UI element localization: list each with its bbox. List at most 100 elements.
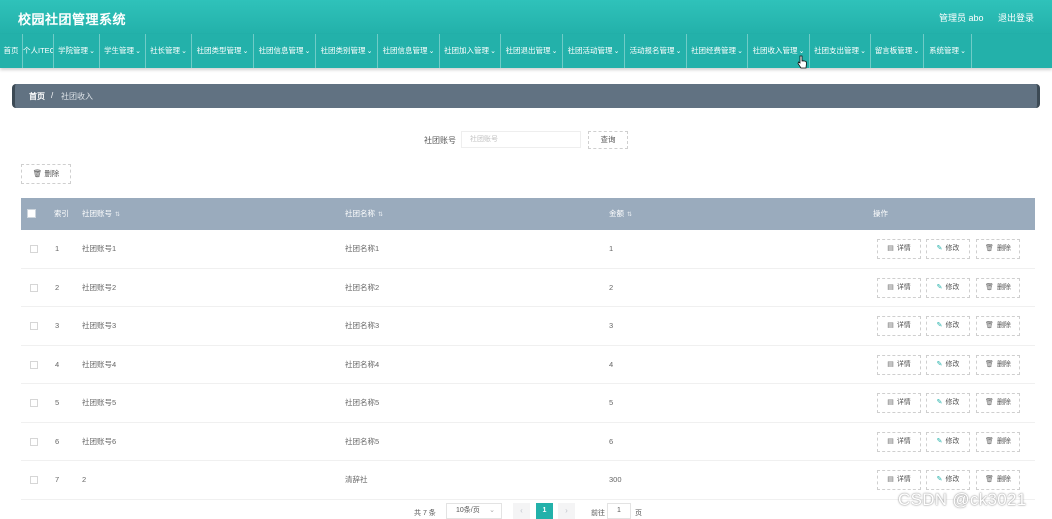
- search-input[interactable]: [461, 131, 581, 148]
- detail-icon: ▤: [887, 360, 894, 368]
- chevron-down-icon: ⌄: [242, 48, 249, 55]
- edit-button[interactable]: ✎ 修改: [926, 393, 970, 413]
- chevron-down-icon: ⌄: [860, 48, 866, 55]
- delete-button[interactable]: 🗑 删除: [976, 316, 1020, 336]
- edit-button[interactable]: ✎ 修改: [926, 277, 970, 298]
- prev-page-button[interactable]: ‹: [513, 503, 530, 519]
- nav-item-7[interactable]: 社团类别管理⌄: [316, 34, 378, 68]
- sort-icon[interactable]: ⇅: [627, 212, 632, 218]
- row-name: 清辞社: [345, 475, 368, 484]
- table-row: 3 社团账号3 社团名称3 3 ▤ 详情 ✎ 修改 🗑 删除: [21, 307, 1035, 346]
- nav-item-12[interactable]: 活动报名管理⌄: [625, 34, 687, 68]
- page-size-select[interactable]: 10条/页 ⌄: [446, 503, 502, 519]
- detail-button[interactable]: ▤ 详情: [877, 316, 921, 336]
- nav-item-13[interactable]: 社团经费管理⌄: [687, 34, 748, 68]
- trash-icon: 🗑: [985, 283, 994, 291]
- chevron-down-icon: ⌄: [737, 48, 743, 55]
- nav-item-label: 社团加入管理: [444, 46, 490, 55]
- nav-item-5[interactable]: 社团类型管理⌄: [192, 34, 254, 68]
- chevron-down-icon: ⌄: [366, 48, 373, 55]
- row-checkbox[interactable]: [30, 245, 38, 253]
- row-amount: 2: [609, 282, 614, 292]
- page-number-current[interactable]: 1: [536, 503, 553, 519]
- nav-item-4[interactable]: 社长管理⌄: [146, 34, 192, 68]
- row-amount: 5: [609, 398, 614, 407]
- col-amount-header[interactable]: 金额 ⇅: [609, 198, 632, 230]
- detail-button[interactable]: ▤ 详情: [877, 239, 921, 259]
- delete-button[interactable]: 🗑 删除: [976, 470, 1020, 490]
- next-page-button[interactable]: ›: [558, 503, 575, 519]
- row-checkbox[interactable]: [30, 399, 38, 407]
- edit-button[interactable]: ✎ 修改: [926, 431, 970, 452]
- breadcrumb-home[interactable]: 首页: [29, 91, 45, 102]
- delete-button[interactable]: 🗑 删除: [976, 393, 1020, 413]
- goto-page-input[interactable]: 1: [607, 503, 631, 519]
- delete-button[interactable]: 🗑 删除: [976, 277, 1020, 298]
- row-checkbox[interactable]: [30, 476, 38, 484]
- edit-icon: ✎: [936, 322, 943, 329]
- detail-button[interactable]: ▤ 详情: [877, 354, 921, 375]
- edit-button[interactable]: ✎ 修改: [926, 316, 970, 336]
- nav-item-8[interactable]: 社团信息管理⌄: [378, 34, 440, 68]
- row-index: 4: [55, 359, 60, 369]
- col-account-header[interactable]: 社团账号 ⇅: [82, 198, 120, 230]
- sort-icon[interactable]: ⇅: [115, 212, 120, 218]
- logout-link[interactable]: 退出登录: [998, 13, 1034, 23]
- row-index: 3: [55, 321, 60, 330]
- detail-button[interactable]: ▤ 详情: [877, 393, 921, 413]
- nav-item-17[interactable]: 系统管理⌄: [924, 34, 972, 68]
- nav-item-2[interactable]: 学院管理⌄: [54, 34, 100, 68]
- nav-item-6[interactable]: 社团信息管理⌄: [254, 34, 316, 68]
- row-account: 社团账号1: [82, 244, 117, 253]
- edit-button[interactable]: ✎ 修改: [926, 354, 970, 375]
- breadcrumb-current: 社团收入: [61, 92, 93, 101]
- edit-label: 修改: [945, 399, 960, 406]
- delete-button[interactable]: 🗑 删除: [976, 354, 1020, 375]
- nav-item-1[interactable]: 个人ITEO⌄: [23, 34, 54, 68]
- edit-icon: ✎: [936, 476, 943, 483]
- detail-label: 详情: [896, 283, 911, 291]
- nav-item-3[interactable]: 学生管理⌄: [100, 34, 146, 68]
- delete-label: 删除: [996, 245, 1011, 252]
- edit-button[interactable]: ✎ 修改: [926, 470, 970, 490]
- col-actions-header: 操作: [873, 209, 888, 218]
- edit-icon: ✎: [936, 399, 943, 406]
- nav-item-label: 首页: [3, 46, 19, 55]
- table-row: 5 社团账号5 社团名称5 5 ▤ 详情 ✎ 修改 🗑 删除: [21, 384, 1035, 423]
- nav-item-0[interactable]: 首页: [0, 34, 23, 68]
- row-index: 6: [55, 436, 60, 446]
- select-all-checkbox[interactable]: [27, 209, 36, 218]
- detail-button[interactable]: ▤ 详情: [877, 431, 921, 452]
- sort-icon[interactable]: ⇅: [378, 212, 383, 218]
- row-checkbox[interactable]: [30, 322, 38, 330]
- nav-item-10[interactable]: 社团退出管理⌄: [501, 34, 563, 68]
- detail-button[interactable]: ▤ 详情: [877, 277, 921, 298]
- hand-cursor-icon: [797, 55, 807, 69]
- trash-icon: 🗑: [32, 169, 43, 178]
- trash-icon: 🗑: [985, 322, 994, 329]
- row-checkbox[interactable]: [30, 360, 38, 369]
- col-name-header[interactable]: 社团名称 ⇅: [345, 198, 383, 230]
- nav-item-label: 留言板管理: [874, 46, 913, 55]
- search-button[interactable]: 查询: [588, 131, 628, 149]
- delete-button[interactable]: 🗑 删除: [976, 431, 1020, 452]
- nav-item-9[interactable]: 社团加入管理⌄: [440, 34, 501, 68]
- delete-button[interactable]: 🗑 删除: [976, 239, 1020, 259]
- nav-item-15[interactable]: 社团支出管理⌄: [810, 34, 871, 68]
- nav-item-11[interactable]: 社团活动管理⌄: [563, 34, 625, 68]
- bulk-delete-button[interactable]: 🗑 删除: [21, 164, 71, 184]
- edit-button[interactable]: ✎ 修改: [926, 239, 970, 259]
- detail-label: 详情: [896, 245, 911, 252]
- chevron-left-icon: ‹: [520, 506, 523, 515]
- col-index-header: 索引: [54, 209, 69, 218]
- col-name-label: 社团名称: [345, 209, 375, 218]
- row-checkbox[interactable]: [30, 283, 38, 292]
- detail-label: 详情: [896, 399, 911, 406]
- nav-item-16[interactable]: 留言板管理⌄: [871, 34, 924, 68]
- chevron-down-icon: ⌄: [613, 48, 620, 55]
- nav-item-label: 活动报名管理: [629, 46, 675, 55]
- chevron-down-icon: ⌄: [181, 48, 187, 55]
- detail-button[interactable]: ▤ 详情: [877, 470, 921, 490]
- row-index: 1: [55, 244, 60, 253]
- row-checkbox[interactable]: [30, 437, 38, 446]
